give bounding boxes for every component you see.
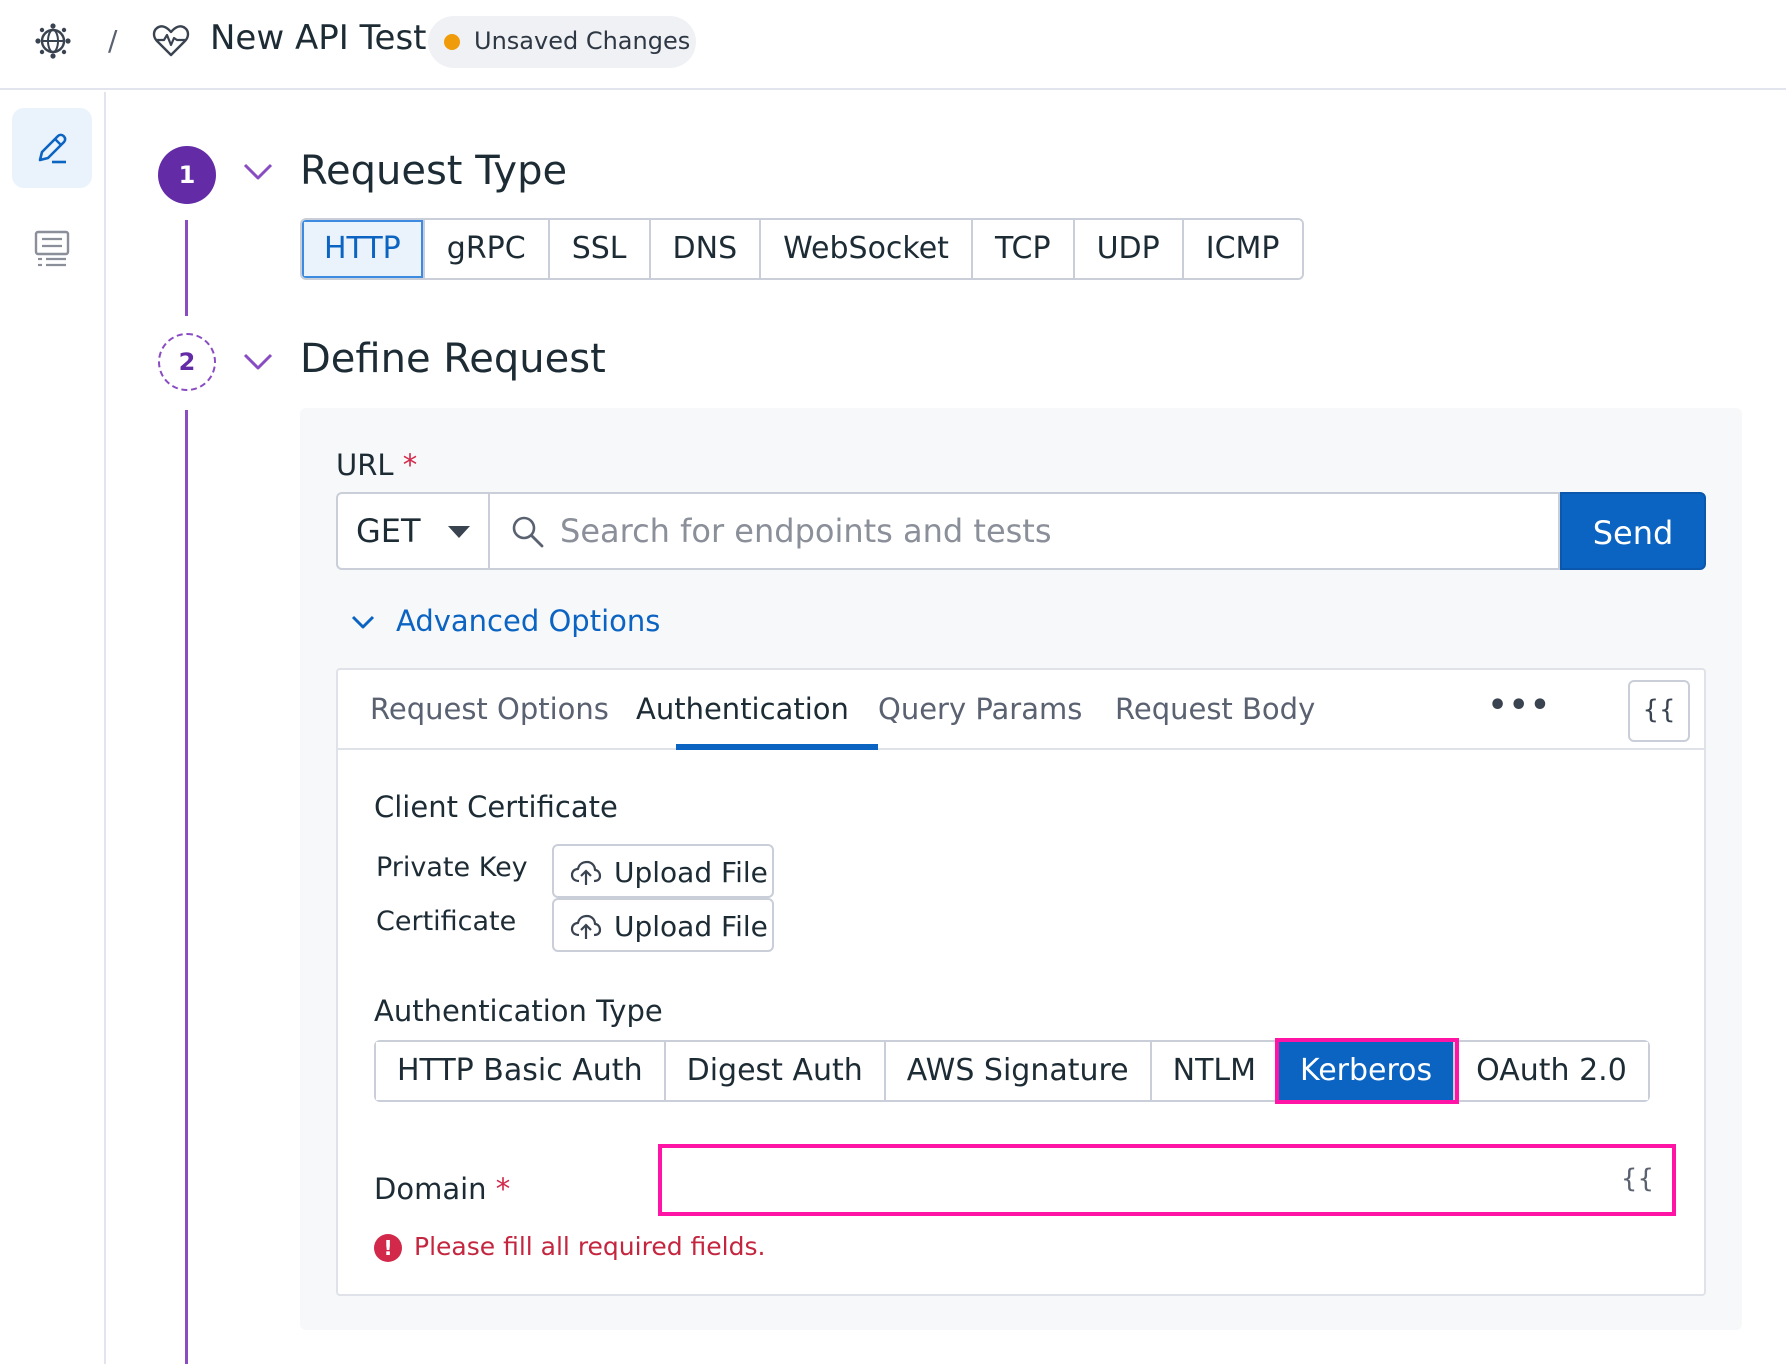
auth-type-digest[interactable]: Digest Auth [665, 1042, 886, 1100]
certificate-upload-button[interactable]: Upload File [552, 898, 774, 952]
request-type-udp[interactable]: UDP [1074, 220, 1184, 278]
pencil-icon [38, 133, 67, 164]
page-title: New API Test [210, 18, 427, 58]
url-label: URL * [336, 448, 417, 482]
required-marker: * [402, 448, 418, 482]
status-badge-label: Unsaved Changes [474, 27, 691, 55]
upload-label: Upload File [614, 856, 768, 889]
error-message: Please fill all required fields. [414, 1232, 766, 1261]
request-type-icmp[interactable]: ICMP [1183, 220, 1302, 278]
synthetics-globe-icon[interactable] [34, 22, 72, 60]
step-connector [185, 410, 188, 1364]
breadcrumb-separator: / [108, 24, 118, 57]
define-request-panel: URL * GET Send Advanced Options Request … [300, 408, 1742, 1330]
variables-button[interactable]: {{ [1628, 680, 1690, 742]
search-icon [512, 516, 544, 548]
url-row: GET Send [336, 492, 1706, 570]
auth-type-http-basic[interactable]: HTTP Basic Auth [376, 1042, 666, 1100]
auth-type-ntlm[interactable]: NTLM [1151, 1042, 1280, 1100]
chevron-down-icon[interactable] [242, 162, 274, 182]
domain-input[interactable] [672, 1156, 1602, 1206]
request-type-websocket[interactable]: WebSocket [761, 220, 973, 278]
auth-type-aws-signature[interactable]: AWS Signature [885, 1042, 1152, 1100]
request-type-selector: HTTP gRPC SSL DNS WebSocket TCP UDP ICMP [300, 218, 1304, 280]
tab-query-params[interactable]: Query Params [878, 692, 1082, 726]
step-connector [185, 220, 188, 316]
domain-variable-button[interactable]: {{ [1621, 1164, 1654, 1194]
top-bar: / New API Test Unsaved Changes [0, 0, 1786, 90]
advanced-options-label: Advanced Options [396, 604, 661, 638]
request-type-ssl[interactable]: SSL [549, 220, 651, 278]
left-rail [0, 92, 106, 1364]
request-type-http[interactable]: HTTP [302, 220, 425, 278]
domain-field: {{ [658, 1144, 1676, 1216]
http-method-select[interactable]: GET [336, 492, 488, 570]
request-type-dns[interactable]: DNS [650, 220, 762, 278]
status-dot-icon [444, 34, 460, 50]
tab-authentication[interactable]: Authentication [636, 692, 849, 726]
api-test-heartbeat-icon [152, 25, 190, 57]
section-title-request-type: Request Type [300, 148, 568, 194]
http-method-value: GET [356, 512, 421, 550]
url-input[interactable] [560, 496, 1540, 566]
private-key-upload-button[interactable]: Upload File [552, 844, 774, 898]
status-badge: Unsaved Changes [428, 16, 696, 68]
active-tab-indicator [676, 744, 878, 750]
private-key-label: Private Key [376, 852, 528, 883]
list-icon[interactable] [32, 228, 72, 268]
upload-label: Upload File [614, 910, 768, 943]
client-certificate-title: Client Certificate [374, 790, 618, 824]
step-number-2: 2 [158, 333, 216, 391]
tab-request-options[interactable]: Request Options [370, 692, 609, 726]
auth-type-kerberos[interactable]: Kerberos [1275, 1038, 1460, 1104]
domain-label-text: Domain [374, 1172, 487, 1206]
advanced-tabs: Request Options Authentication Query Par… [338, 670, 1704, 750]
auth-type-oauth2[interactable]: OAuth 2.0 [1455, 1042, 1648, 1100]
section-title-define-request: Define Request [300, 336, 606, 382]
send-button[interactable]: Send [1560, 492, 1706, 570]
chevron-down-icon [351, 615, 375, 629]
upload-cloud-icon [570, 914, 602, 939]
domain-label: Domain * [374, 1172, 510, 1206]
request-type-tcp[interactable]: TCP [972, 220, 1075, 278]
advanced-options-box: Request Options Authentication Query Par… [336, 668, 1706, 1296]
error-icon: ! [374, 1234, 402, 1262]
rail-edit-button[interactable] [12, 108, 92, 188]
step-number-1: 1 [158, 146, 216, 204]
authentication-type-selector: HTTP Basic Auth Digest Auth AWS Signatur… [374, 1038, 1650, 1104]
chevron-down-icon[interactable] [242, 352, 274, 372]
upload-cloud-icon [570, 860, 602, 885]
url-label-text: URL [336, 448, 394, 482]
required-marker: * [495, 1172, 511, 1206]
caret-down-icon [448, 526, 470, 538]
request-type-grpc[interactable]: gRPC [424, 220, 550, 278]
authentication-type-title: Authentication Type [374, 994, 663, 1028]
certificate-label: Certificate [376, 906, 517, 937]
tab-request-body[interactable]: Request Body [1115, 692, 1315, 726]
url-search-field [488, 492, 1560, 570]
more-tabs-button[interactable]: ••• [1488, 688, 1552, 723]
